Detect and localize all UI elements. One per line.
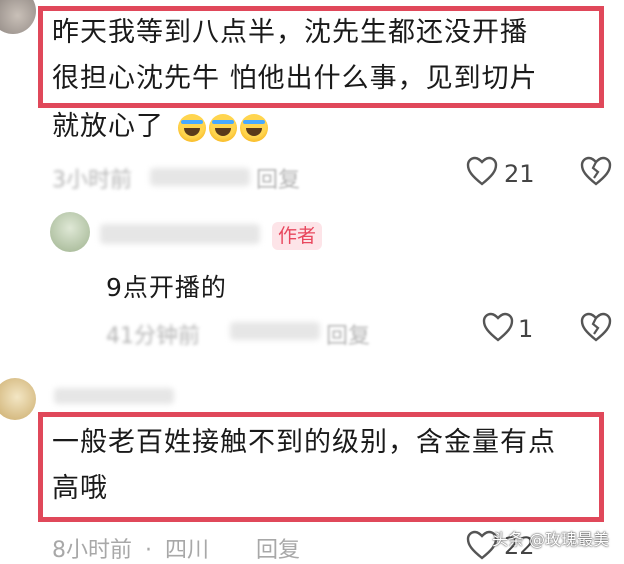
like-heart-icon[interactable] [466,156,498,186]
like-count: 21 [504,160,535,188]
timestamp: 8小时前 [52,538,132,563]
avatar[interactable] [0,378,36,420]
reply-link[interactable]: 回复 [256,532,300,564]
like-heart-icon[interactable] [482,312,514,342]
timestamp: 41分钟前 [106,324,200,349]
comment-meta: 8小时前 · 四川 [52,532,209,564]
comment-text-line: 就放心了 [52,108,268,146]
timestamp: 3小时前 [52,168,132,193]
reply-link[interactable]: 回复 [326,318,370,350]
dislike-broken-heart-icon[interactable] [580,156,612,186]
author-avatar[interactable] [50,212,90,252]
blurred-meta [150,168,250,186]
reply-text: 9点开播的 [106,273,227,302]
meta-separator: · [145,538,152,563]
blurred-meta [230,322,320,340]
like-count: 1 [518,315,534,343]
comment-text-line: 高哦 [52,473,108,504]
comment-meta: 3小时前 [52,162,132,194]
reply-link[interactable]: 回复 [256,162,300,194]
crying-laughing-emoji [177,111,268,142]
comment-text-line: 一般老百姓接触不到的级别，含金量有点 [52,427,556,458]
comment-text: 就放心了 [52,111,164,142]
blurred-username [54,388,174,404]
location: 四川 [165,538,210,563]
blurred-username [100,224,260,244]
avatar[interactable] [0,0,36,34]
comment-text-line: 很担心沈先牛 怕他出什么事，见到切片 [52,63,538,94]
watermark: 头条 @玫瑰最美 [492,530,610,549]
comment-text-line: 昨天我等到八点半，沈先生都还没开播 [52,17,528,48]
dislike-broken-heart-icon[interactable] [580,312,612,342]
author-badge: 作者 [272,222,323,250]
